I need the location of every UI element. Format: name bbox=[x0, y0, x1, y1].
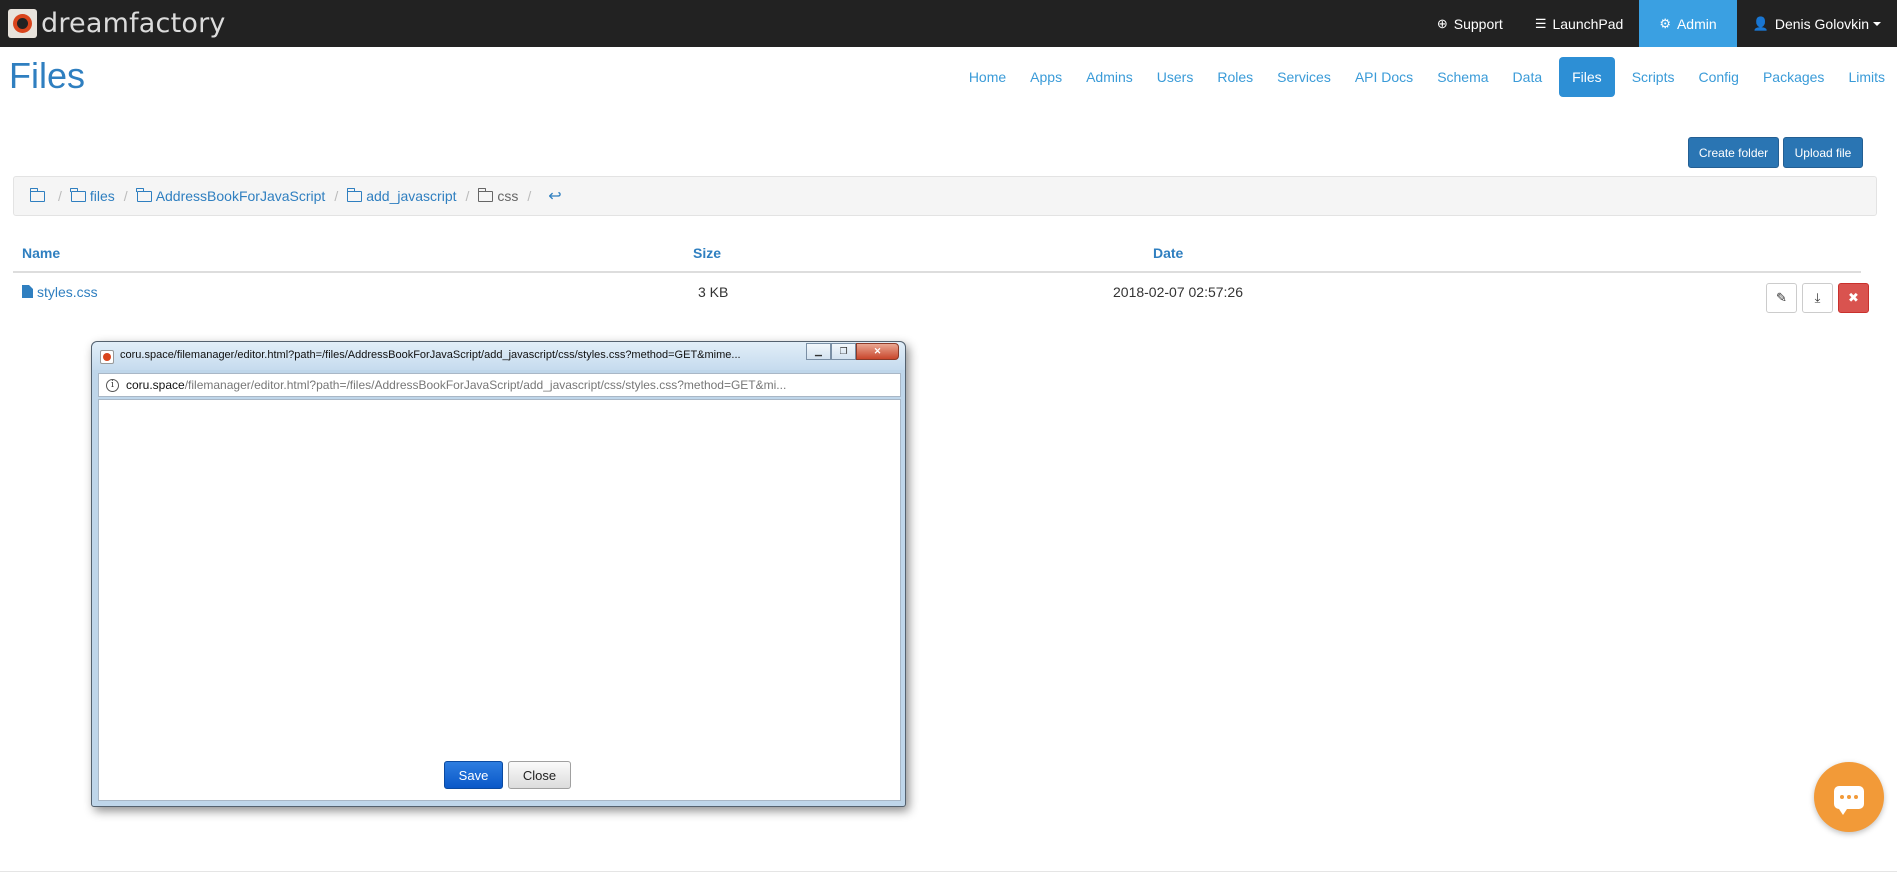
life-ring-icon: ⊕ bbox=[1436, 15, 1448, 31]
chat-bubble-icon bbox=[1834, 785, 1864, 815]
breadcrumb: / files / AddressBookForJavaScript / add… bbox=[13, 176, 1877, 216]
admin-subnav: Home Apps Admins Users Roles Services AP… bbox=[957, 57, 1897, 97]
breadcrumb-separator: / bbox=[465, 188, 470, 204]
breadcrumb-label: AddressBookForJavaScript bbox=[155, 188, 326, 204]
breadcrumb-add-javascript[interactable]: add_javascript bbox=[346, 187, 457, 204]
subnav-data[interactable]: Data bbox=[1501, 57, 1555, 97]
column-header-name[interactable]: Name bbox=[22, 245, 60, 261]
support-label: Support bbox=[1453, 15, 1503, 32]
window-controls: ▁ ❐ ✕ bbox=[806, 343, 899, 360]
subnav-users[interactable]: Users bbox=[1145, 57, 1206, 97]
breadcrumb-label: files bbox=[89, 188, 115, 204]
address-host: coru.space bbox=[126, 378, 185, 392]
admin-link[interactable]: ⚙ Admin bbox=[1639, 0, 1737, 47]
reply-arrow-icon: ↩ bbox=[548, 188, 562, 205]
launchpad-link[interactable]: ☰ LaunchPad bbox=[1519, 0, 1640, 47]
subnav-config[interactable]: Config bbox=[1686, 57, 1750, 97]
chevron-down-icon bbox=[1873, 21, 1881, 26]
folder-open-icon bbox=[70, 187, 86, 202]
page-title: Files bbox=[9, 55, 86, 96]
top-navbar: dreamfactory ⊕ Support ☰ LaunchPad ⚙ Adm… bbox=[0, 0, 1897, 47]
file-name: styles.css bbox=[37, 284, 98, 300]
breadcrumb-root[interactable] bbox=[29, 187, 49, 202]
download-file-button[interactable]: ⤓ bbox=[1802, 283, 1833, 313]
close-icon: ✕ bbox=[873, 346, 882, 356]
breadcrumb-separator: / bbox=[58, 188, 62, 204]
folder-open-icon bbox=[346, 187, 363, 202]
file-icon bbox=[22, 285, 33, 298]
user-icon: 👤 bbox=[1752, 15, 1769, 31]
subnav-api-docs[interactable]: API Docs bbox=[1343, 57, 1425, 97]
folder-open-icon bbox=[136, 187, 152, 202]
breadcrumb-separator: / bbox=[334, 188, 339, 204]
back-button[interactable]: ↩ bbox=[548, 186, 561, 206]
editor-popup-window: coru.space/filemanager/editor.html?path=… bbox=[91, 341, 906, 807]
subnav-packages[interactable]: Packages bbox=[1751, 57, 1836, 97]
save-button[interactable]: Save bbox=[444, 761, 503, 789]
admin-label: Admin bbox=[1676, 15, 1717, 32]
address-path: /filemanager/editor.html?path=/files/Add… bbox=[184, 378, 787, 392]
file-size: 3 KB bbox=[698, 284, 729, 300]
minimize-button[interactable]: ▁ bbox=[806, 343, 831, 360]
subnav-schema[interactable]: Schema bbox=[1425, 57, 1500, 97]
breadcrumb-files[interactable]: files bbox=[70, 187, 115, 204]
favicon-icon bbox=[100, 350, 114, 364]
subnav-apps[interactable]: Apps bbox=[1018, 57, 1074, 97]
top-nav-menu: ⊕ Support ☰ LaunchPad ⚙ Admin 👤 Denis Go… bbox=[1421, 0, 1897, 47]
close-button[interactable]: Close bbox=[508, 761, 571, 789]
subnav-home[interactable]: Home bbox=[957, 57, 1018, 97]
subnav-admins[interactable]: Admins bbox=[1074, 57, 1145, 97]
minimize-icon: ▁ bbox=[815, 346, 822, 356]
popup-title: coru.space/filemanager/editor.html?path=… bbox=[120, 349, 741, 361]
launchpad-label: LaunchPad bbox=[1552, 15, 1624, 32]
breadcrumb-label: css bbox=[497, 188, 519, 204]
delete-file-button[interactable]: ✖ bbox=[1838, 283, 1869, 313]
folder-open-icon bbox=[29, 187, 45, 202]
maximize-button[interactable]: ❐ bbox=[831, 343, 856, 360]
chat-dot bbox=[1840, 795, 1844, 799]
dreamfactory-logo-icon bbox=[8, 8, 37, 38]
edit-file-button[interactable]: ✎ bbox=[1766, 283, 1797, 313]
breadcrumb-separator: / bbox=[527, 188, 532, 204]
editor-body[interactable]: Save Close bbox=[98, 399, 901, 801]
subnav-services[interactable]: Services bbox=[1265, 57, 1343, 97]
popup-address-bar[interactable]: i coru.space/filemanager/editor.html?pat… bbox=[98, 373, 901, 397]
restore-icon: ❐ bbox=[839, 346, 848, 356]
user-menu[interactable]: 👤 Denis Golovkin bbox=[1737, 0, 1897, 47]
brand-logo-link[interactable]: dreamfactory bbox=[8, 6, 226, 40]
folder-open-icon bbox=[477, 187, 494, 202]
file-name-link[interactable]: styles.css bbox=[22, 284, 98, 300]
brand-name: dreamfactory bbox=[41, 7, 226, 39]
popup-titlebar[interactable]: coru.space/filemanager/editor.html?path=… bbox=[92, 342, 905, 370]
pencil-icon: ✎ bbox=[1776, 290, 1787, 305]
chat-dot bbox=[1847, 795, 1851, 799]
subnav-files[interactable]: Files bbox=[1559, 57, 1615, 97]
info-icon: i bbox=[106, 378, 119, 392]
file-date: 2018-02-07 02:57:26 bbox=[1113, 284, 1243, 300]
breadcrumb-separator: / bbox=[123, 188, 128, 204]
subnav-roles[interactable]: Roles bbox=[1205, 57, 1265, 97]
create-folder-button[interactable]: Create folder bbox=[1688, 137, 1779, 168]
menu-lines-icon: ☰ bbox=[1534, 15, 1547, 31]
upload-file-button[interactable]: Upload file bbox=[1783, 137, 1863, 168]
subnav-scripts[interactable]: Scripts bbox=[1620, 57, 1687, 97]
column-header-date[interactable]: Date bbox=[1153, 245, 1183, 261]
breadcrumb-label: add_javascript bbox=[366, 188, 457, 204]
support-link[interactable]: ⊕ Support bbox=[1421, 0, 1519, 47]
gear-icon: ⚙ bbox=[1659, 15, 1671, 31]
window-close-button[interactable]: ✕ bbox=[856, 343, 899, 360]
column-header-size[interactable]: Size bbox=[693, 245, 721, 261]
chat-widget-button[interactable] bbox=[1814, 762, 1884, 832]
close-icon: ✖ bbox=[1848, 290, 1859, 305]
download-icon: ⤓ bbox=[1814, 290, 1821, 305]
breadcrumb-addressbook[interactable]: AddressBookForJavaScript bbox=[136, 187, 326, 204]
chat-dot bbox=[1854, 795, 1858, 799]
subnav-limits[interactable]: Limits bbox=[1836, 57, 1897, 97]
user-name: Denis Golovkin bbox=[1774, 15, 1869, 32]
footer-divider bbox=[0, 871, 1897, 872]
breadcrumb-css: css bbox=[477, 187, 519, 204]
table-header-divider bbox=[13, 271, 1861, 273]
